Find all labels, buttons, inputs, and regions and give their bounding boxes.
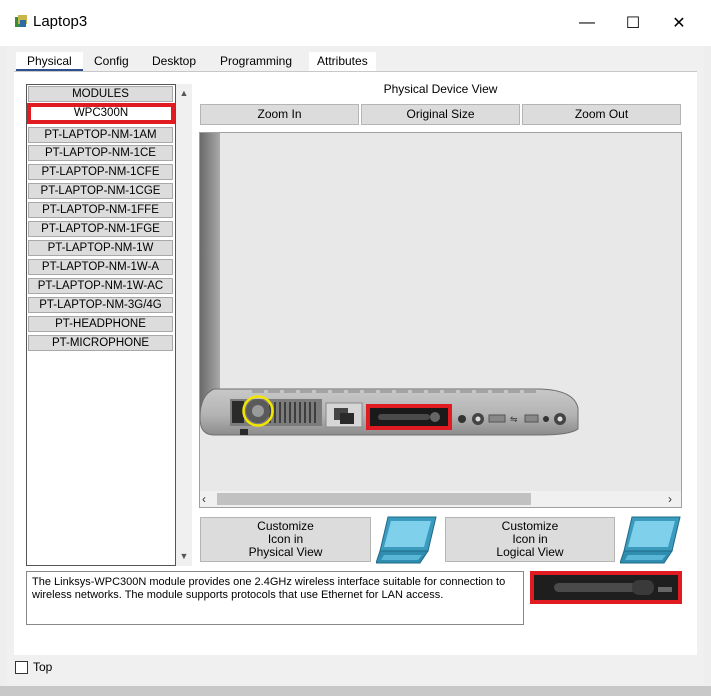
maximize-icon: ☐ bbox=[625, 15, 641, 32]
arrow-right-icon[interactable]: › bbox=[668, 491, 680, 507]
module-item[interactable]: PT-LAPTOP-NM-1W bbox=[28, 240, 173, 256]
button-label: Logical View bbox=[496, 545, 564, 559]
scrollbar-thumb[interactable] bbox=[217, 493, 531, 505]
modules-header: MODULES bbox=[28, 86, 173, 102]
tab-desktop[interactable]: Desktop bbox=[144, 52, 204, 72]
zoom-in-button[interactable]: Zoom In bbox=[200, 104, 359, 125]
minimize-button[interactable]: — bbox=[564, 8, 610, 38]
module-thumbnail bbox=[530, 571, 682, 604]
tab-programming[interactable]: Programming bbox=[212, 52, 300, 72]
window-title: Laptop3 bbox=[33, 13, 88, 30]
module-item-wpc300n[interactable]: WPC300N bbox=[27, 103, 175, 124]
device-view-title: Physical Device View bbox=[383, 82, 498, 96]
svg-text:⇋: ⇋ bbox=[510, 415, 518, 425]
top-label: Top bbox=[33, 660, 53, 674]
window-edge bbox=[0, 46, 7, 696]
chevron-down-icon[interactable]: ▼ bbox=[176, 549, 192, 563]
window-edge bbox=[704, 46, 711, 696]
module-item[interactable]: PT-MICROPHONE bbox=[28, 335, 173, 351]
chevron-up-icon[interactable]: ▲ bbox=[176, 86, 192, 100]
customize-logical-icon-button[interactable]: Customize Icon in Logical View bbox=[445, 517, 615, 562]
laptop-side-view: ⇋ bbox=[200, 133, 579, 436]
minimize-icon: — bbox=[579, 14, 595, 31]
maximize-button[interactable]: ☐ bbox=[610, 8, 656, 38]
module-description: The Linksys-WPC300N module provides one … bbox=[26, 571, 524, 625]
zoom-out-button[interactable]: Zoom Out bbox=[522, 104, 681, 125]
module-item[interactable]: PT-LAPTOP-NM-1CGE bbox=[28, 183, 173, 199]
tab-physical[interactable]: Physical bbox=[16, 52, 83, 72]
laptop-icon bbox=[375, 515, 440, 565]
modules-scrollbar[interactable] bbox=[176, 84, 192, 566]
close-button[interactable]: ✕ bbox=[656, 8, 702, 38]
module-item[interactable]: PT-LAPTOP-NM-1CE bbox=[28, 145, 173, 161]
tab-config[interactable]: Config bbox=[86, 52, 137, 72]
module-item[interactable]: PT-LAPTOP-NM-1W-A bbox=[28, 259, 173, 275]
top-checkbox[interactable] bbox=[15, 661, 28, 674]
button-label: Physical View bbox=[248, 545, 323, 559]
laptop-icon bbox=[619, 515, 684, 565]
module-item[interactable]: PT-LAPTOP-NM-1AM bbox=[28, 127, 173, 143]
module-item[interactable]: PT-LAPTOP-NM-1W-AC bbox=[28, 278, 173, 294]
module-item[interactable]: PT-LAPTOP-NM-3G/4G bbox=[28, 297, 173, 313]
app-icon bbox=[13, 14, 29, 30]
module-item[interactable]: PT-LAPTOP-NM-1CFE bbox=[28, 164, 173, 180]
arrow-left-icon[interactable]: ‹ bbox=[202, 491, 214, 507]
module-item[interactable]: PT-LAPTOP-NM-1FGE bbox=[28, 221, 173, 237]
module-item[interactable]: PT-LAPTOP-NM-1FFE bbox=[28, 202, 173, 218]
customize-physical-icon-button[interactable]: Customize Icon in Physical View bbox=[200, 517, 371, 562]
close-icon: ✕ bbox=[672, 15, 686, 32]
tab-attributes[interactable]: Attributes bbox=[309, 52, 376, 72]
original-size-button[interactable]: Original Size bbox=[361, 104, 520, 125]
physical-device-canvas[interactable]: ⇋ bbox=[199, 132, 682, 508]
taskbar-edge bbox=[0, 686, 711, 696]
module-item[interactable]: PT-HEADPHONE bbox=[28, 316, 173, 332]
